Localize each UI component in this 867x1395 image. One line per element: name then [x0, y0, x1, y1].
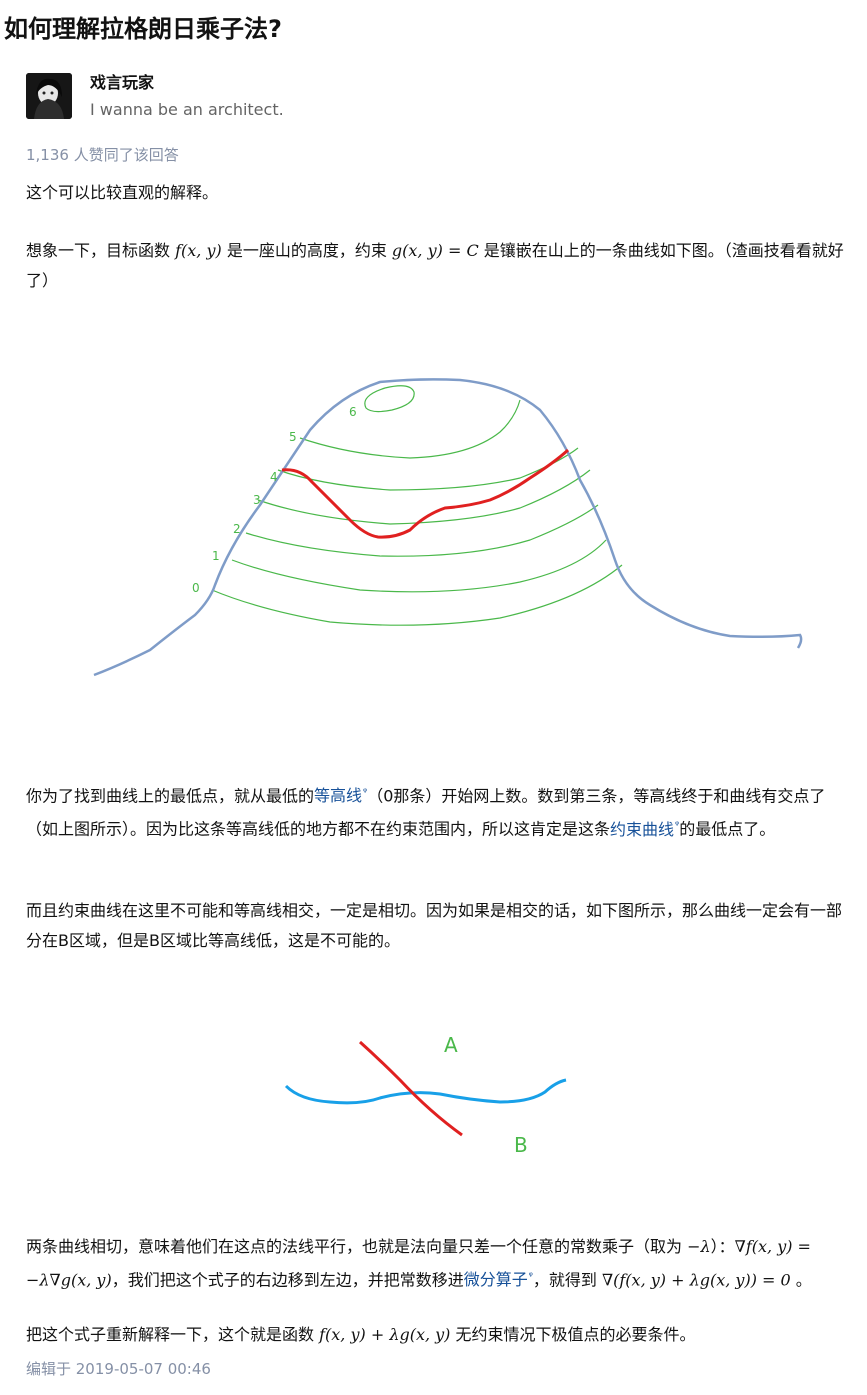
- constraint-curve-link[interactable]: 约束曲线ᵠ: [610, 820, 679, 839]
- answer-paragraph-1: 这个可以比较直观的解释。: [26, 183, 219, 202]
- text-span: ）：: [710, 1237, 735, 1256]
- contour-line-link[interactable]: 等高线ᵠ: [314, 786, 367, 805]
- mountain-contour-figure: 0 1 2 3 4 5 6: [93, 378, 803, 677]
- constraint-curve-blue: [284, 1078, 567, 1105]
- math-formula: g(x, y) = C: [391, 241, 479, 260]
- answer-paragraph-2: 想象一下，目标函数 f(x, y) 是一座山的高度，约束 g(x, y) = C…: [26, 236, 846, 296]
- math-formula: −λ: [687, 1237, 711, 1256]
- intersection-figure: A B: [284, 1033, 567, 1157]
- math-formula: ∇(f(x, y) + λg(x, y)) = 0: [601, 1270, 791, 1290]
- contour-line: [277, 447, 579, 491]
- vote-count: 1,136 人赞同了该回答: [26, 146, 179, 164]
- math-formula: f(x, y): [175, 241, 222, 260]
- text-span: 想象一下，目标函数: [26, 241, 176, 260]
- mountain-outline: [93, 378, 803, 677]
- text-span: 两条曲线相切，意味着他们在这点的法线平行，也就是法向量只差一个任意的常数乘子（取…: [26, 1237, 688, 1256]
- constraint-curve: [281, 448, 570, 539]
- text-span: 你为了找到曲线上的最低点，就从最低的: [26, 786, 315, 806]
- answer-paragraph-5: 两条曲线相切，意味着他们在这点的法线平行，也就是法向量只差一个任意的常数乘子（取…: [26, 1232, 846, 1295]
- answer-paragraph-3: 你为了找到曲线上的最低点，就从最低的等高线ᵠ（0那条）开始网上数。数到第三条，等…: [26, 778, 846, 845]
- text-span: 的最低点了。: [679, 819, 776, 839]
- contour-label: 0: [192, 581, 200, 595]
- contour-lines: [211, 385, 623, 626]
- contour-line: [245, 504, 599, 557]
- contour-label: 1: [212, 549, 220, 563]
- contour-line: [231, 539, 607, 593]
- contour-label: 5: [289, 430, 297, 444]
- text-span: ，就得到: [532, 1270, 602, 1290]
- link-label[interactable]: 微分算子: [464, 1270, 528, 1289]
- contour-line: [364, 385, 415, 413]
- author-bio: I wanna be an architect.: [90, 100, 284, 119]
- author-name[interactable]: 戏言玩家: [90, 72, 154, 94]
- contour-label: 2: [233, 522, 241, 536]
- edited-timestamp[interactable]: 编辑于 2019-05-07 00:46: [26, 1357, 211, 1381]
- answer-paragraph-6: 把这个式子重新解释一下，这个就是函数 f(x, y) + λg(x, y) 无约…: [26, 1320, 846, 1350]
- math-formula: f(x, y) + λg(x, y): [319, 1325, 451, 1344]
- link-label[interactable]: 等高线: [314, 786, 362, 805]
- answer-paragraph-4: 而且约束曲线在这里不可能和等高线相交，一定是相切。因为如果是相交的话，如下图所示…: [26, 901, 843, 950]
- question-title[interactable]: 如何理解拉格朗日乘子法?: [4, 12, 282, 46]
- text-span: 。: [790, 1270, 812, 1290]
- region-a-label: A: [444, 1033, 458, 1057]
- contour-line: [211, 564, 623, 626]
- text-span: 无约束情况下极值点的必要条件。: [450, 1325, 696, 1344]
- link-label[interactable]: 约束曲线: [610, 820, 674, 839]
- contour-label: 3: [253, 493, 261, 507]
- text-span: 是一座山的高度，约束: [221, 241, 392, 260]
- author-avatar[interactable]: [26, 73, 72, 119]
- contour-label: 4: [270, 470, 278, 484]
- text-span: ，我们把这个式子的右边移到左边，并把常数移进: [111, 1270, 464, 1290]
- region-b-label: B: [514, 1133, 528, 1157]
- text-span: 把这个式子重新解释一下，这个就是函数: [26, 1325, 320, 1344]
- contour-label: 6: [349, 405, 357, 419]
- differential-operator-link[interactable]: 微分算子ᵠ: [464, 1270, 533, 1289]
